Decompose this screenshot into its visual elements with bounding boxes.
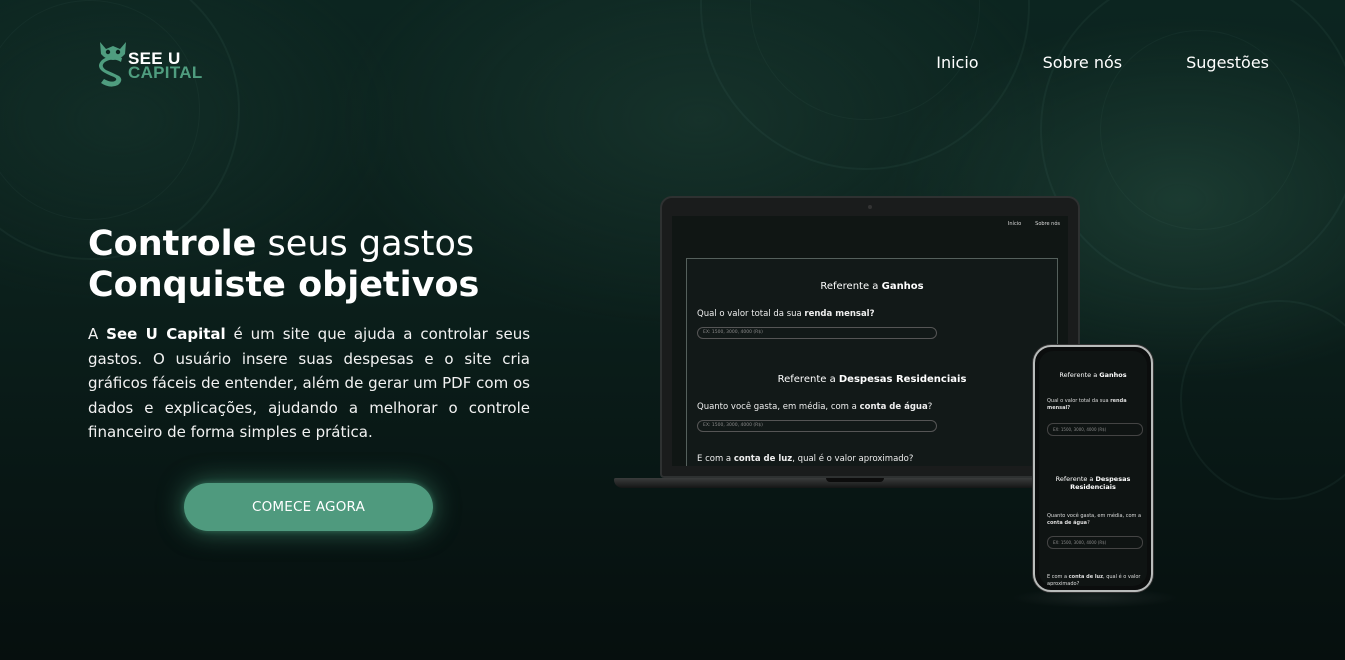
start-now-button[interactable]: COMECE AGORA	[184, 483, 433, 531]
mockup-question: Qual o valor total da sua renda mensal?	[697, 309, 875, 319]
laptop-screen: Início Sobre nós Referente a Ganhos Qual…	[672, 216, 1068, 466]
headline-line-2: Conquiste objetivos	[88, 265, 480, 305]
mockup-nav-item: Início	[1007, 221, 1022, 227]
mockup-input: EX: 1500, 3000, 4000 (R$)	[697, 420, 937, 432]
desc-prefix: A	[88, 325, 107, 343]
mockup-section-title: Referente a Ganhos	[820, 281, 924, 292]
hero-headline: Controle seus gastos Conquiste objetivos	[88, 224, 558, 306]
mockup-section-title: Referente a Despesas Residenciais	[777, 374, 967, 385]
mockup-nav-item: Sobre nós	[1035, 221, 1060, 227]
background-coin	[1180, 300, 1345, 500]
mockup-question: Quanto você gasta, em média, com a conta…	[697, 402, 933, 412]
nav-item-inicio[interactable]: Inicio	[936, 53, 978, 72]
phone-question: E com a conta de luz, qual é o valor apr…	[1047, 574, 1141, 586]
phone-input: EX: 1500, 3000, 4000 (R$)	[1047, 423, 1143, 436]
mockup-input: EX: 1500, 3000, 4000 (R$)	[697, 327, 937, 339]
desc-brand: See U Capital	[106, 325, 226, 343]
nav-item-sugestoes[interactable]: Sugestões	[1186, 53, 1269, 72]
headline-light: seus gastos	[256, 224, 475, 264]
phone-section-title: Referente a Despesas Residenciais	[1055, 475, 1131, 491]
phone-mockup: Referente a Ganhos Qual o valor total da…	[1033, 345, 1153, 592]
mockup-question: E com a conta de luz, qual é o valor apr…	[697, 454, 914, 464]
phone-input: EX: 1500, 3000, 4000 (R$)	[1047, 536, 1143, 549]
laptop-notch	[826, 478, 884, 482]
mockup-form-card: Referente a Ganhos Qual o valor total da…	[686, 258, 1058, 466]
laptop-mockup: Início Sobre nós Referente a Ganhos Qual…	[614, 196, 1094, 496]
headline-bold: Controle	[88, 224, 257, 264]
phone-section-title: Referente a Ganhos	[1059, 371, 1127, 379]
brand-logo[interactable]: SEE U CAPITAL	[96, 40, 216, 90]
brand-name-bottom: CAPITAL	[128, 63, 203, 82]
phone-question: Quanto você gasta, em média, com a conta…	[1047, 513, 1142, 526]
owl-s-logo-icon	[99, 42, 126, 87]
hero-description: A See U Capital é um site que ajuda a co…	[88, 322, 530, 445]
main-nav: Inicio Sobre nós Sugestões	[936, 53, 1269, 72]
laptop-camera	[868, 205, 872, 209]
phone-screen: Referente a Ganhos Qual o valor total da…	[1039, 351, 1147, 586]
laptop-lid: Início Sobre nós Referente a Ganhos Qual…	[660, 196, 1080, 478]
nav-item-sobre-nos[interactable]: Sobre nós	[1043, 53, 1123, 72]
mockup-nav: Início Sobre nós	[1008, 221, 1060, 227]
phone-question: Qual o valor total da sua renda mensal?	[1047, 398, 1127, 411]
site-header: SEE U CAPITAL Inicio Sobre nós Sugestões	[0, 0, 1345, 120]
